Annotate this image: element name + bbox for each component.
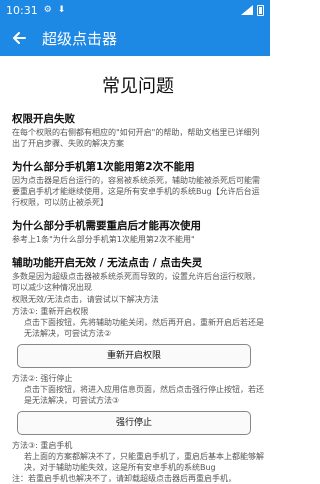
method-1-title: 方法①: 重新开启权限	[12, 307, 89, 316]
app-title: 超级点击器	[42, 29, 118, 48]
faq-answer-permission: 在每个权限的右侧都有相应的"如何开启"的帮助，帮助文档里已详细列出了开启步骤、失…	[12, 128, 260, 148]
method-1-description: 点击下面按钮，先将辅助功能关闭，然后再开启，重新开启后若还是无法解决，可尝试方法…	[24, 318, 264, 338]
faq-question-second-use: 为什么部分手机第1次能用第2次不能用	[12, 161, 195, 173]
reenable-permission-button[interactable]: 重新开启权限	[17, 344, 251, 368]
faq-answer-second-use: 因为点击器是后台运行的，容易被系统杀死，辅助功能被杀死后可能需要重启手机才能继续…	[12, 176, 260, 207]
status-time: 10:31	[6, 3, 38, 17]
back-arrow-icon[interactable]	[8, 27, 30, 49]
method-2-title: 方法②: 强行停止	[12, 374, 73, 383]
solutions-intro: 权限无效/无法点击，请尝试以下解决方法	[12, 295, 159, 304]
app-bar: 超级点击器	[0, 20, 270, 56]
settings-notification-icon: ⚙	[43, 5, 52, 15]
faq-answer-accessibility: 多数是因为超级点击器被系统杀死而导致的，设置允许后台运行权限，可以减少这种情况出…	[12, 272, 260, 292]
page-title: 常见问题	[102, 76, 174, 96]
status-bar: 10:31 ⚙ ⬇	[0, 0, 270, 20]
note-text: 注：若重启手机也解决不了，请卸载超级点击器后再重启手机，	[12, 474, 236, 483]
faq-question-accessibility: 辅助功能开启无效 / 无法点击 / 点击失灵	[12, 257, 203, 269]
faq-answer-restart: 参考上1条"为什么部分手机第1次能用第2次不能用"	[12, 235, 195, 244]
method-3-title: 方法③: 重启手机	[12, 441, 73, 450]
method-3-description: 若上面的方案都解决不了，只能重启手机了，重启后基本上都能够解决，对于辅助功能失效…	[24, 452, 264, 472]
faq-content: 常见问题 权限开启失败 在每个权限的右侧都有相应的"如何开启"的帮助，帮助文档里…	[0, 72, 270, 484]
force-stop-button[interactable]: 强行停止	[17, 411, 251, 435]
method-2-description: 点击下面按钮，将进入应用信息页面，然后点击强行停止按钮，若还是无法解决，可尝试方…	[24, 385, 264, 405]
signal-icon	[241, 5, 253, 15]
faq-question-restart: 为什么部分手机需要重启后才能再次使用	[12, 220, 201, 232]
battery-icon	[257, 4, 264, 16]
faq-question-permission: 权限开启失败	[12, 113, 75, 125]
download-notification-icon: ⬇	[57, 5, 66, 15]
